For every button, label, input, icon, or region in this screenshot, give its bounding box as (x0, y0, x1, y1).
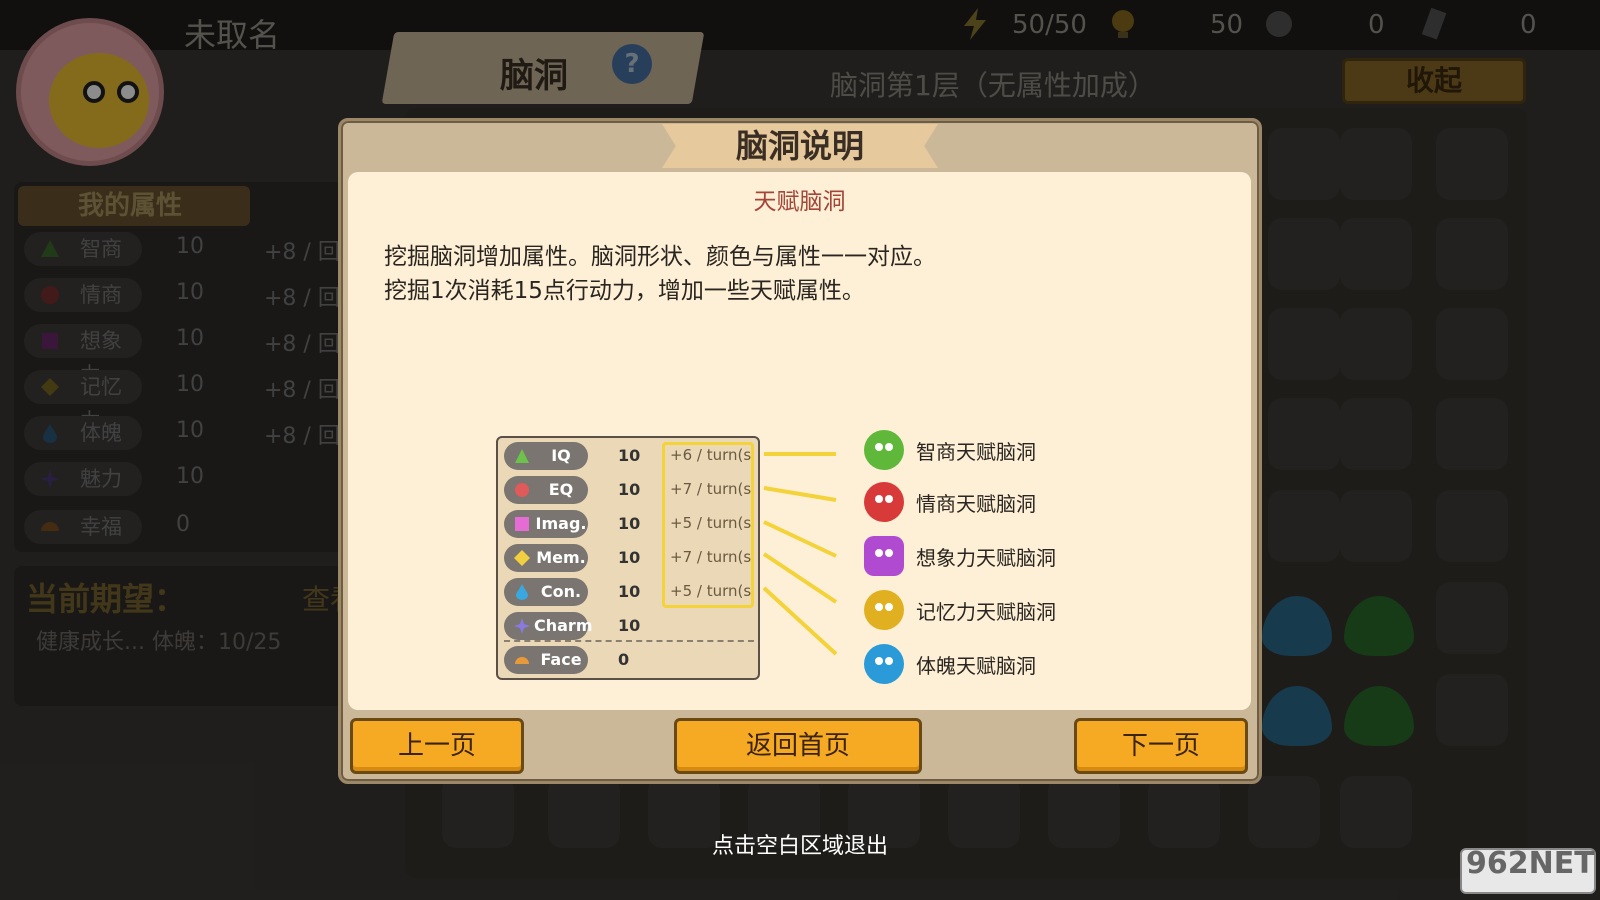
home-page-button[interactable]: 返回首页 (674, 718, 922, 774)
next-page-button[interactable]: 下一页 (1074, 718, 1248, 774)
modal-subtitle: 天赋脑洞 (753, 189, 846, 215)
modal-title: 脑洞说明 (735, 127, 864, 165)
connector-line (763, 486, 837, 502)
legend-memory-hole: 记忆力天赋脑洞 (864, 588, 1104, 634)
legend-label: 智商天赋脑洞 (916, 440, 1036, 464)
description-line: 挖掘1次消耗15点行动力，增加一些天赋属性。 (384, 278, 865, 304)
modal-description: 挖掘脑洞增加属性。脑洞形状、颜色与属性一一对应。 挖掘1次消耗15点行动力，增加… (384, 240, 1204, 308)
illustration-attr-value: 10 (618, 480, 641, 499)
green-blob-icon (864, 430, 904, 470)
red-blob-icon (864, 482, 904, 522)
illustration-row: Charm 10 (504, 612, 754, 640)
diamond-icon (514, 550, 530, 566)
exit-hint: 点击空白区域退出 (711, 834, 888, 859)
circle-icon (515, 483, 529, 497)
star-icon (514, 618, 530, 634)
connector-line (762, 552, 838, 604)
illustration-attr-value: 0 (618, 650, 630, 669)
connector-line (763, 520, 837, 558)
purple-blob-icon (864, 536, 904, 576)
illustration-attr-value: 10 (618, 548, 641, 567)
illustration-row: Face 0 (504, 646, 754, 674)
prev-page-button[interactable]: 上一页 (350, 718, 524, 774)
legend-label: 记忆力天赋脑洞 (916, 600, 1056, 624)
half-circle-icon (515, 657, 529, 664)
illustration-attr-value: 10 (618, 514, 641, 533)
connector-lines (762, 452, 838, 656)
connector-line (762, 586, 838, 656)
legend-label: 情商天赋脑洞 (916, 492, 1036, 516)
triangle-icon (515, 449, 529, 463)
description-line: 挖掘脑洞增加属性。脑洞形状、颜色与属性一一对应。 (384, 244, 936, 270)
blue-blob-icon (864, 644, 904, 684)
legend-constitution-hole: 体魄天赋脑洞 (864, 642, 1104, 688)
legend-eq-hole: 情商天赋脑洞 (864, 480, 1104, 526)
legend-imagination-hole: 想象力天赋脑洞 (864, 534, 1104, 580)
legend-iq-hole: 智商天赋脑洞 (864, 428, 1104, 474)
gain-highlight-frame (662, 442, 754, 608)
yellow-blob-icon (864, 590, 904, 630)
illustration-divider (504, 640, 754, 642)
illustration-attr-value: 10 (618, 582, 641, 601)
site-watermark-text: 962NET (1466, 846, 1595, 881)
drop-icon (516, 584, 528, 600)
illustration-attr-value: 10 (618, 616, 641, 635)
illustration-attr-value: 10 (618, 446, 641, 465)
legend-label: 想象力天赋脑洞 (916, 546, 1056, 570)
legend-label: 体魄天赋脑洞 (916, 654, 1036, 678)
square-icon (515, 517, 529, 531)
